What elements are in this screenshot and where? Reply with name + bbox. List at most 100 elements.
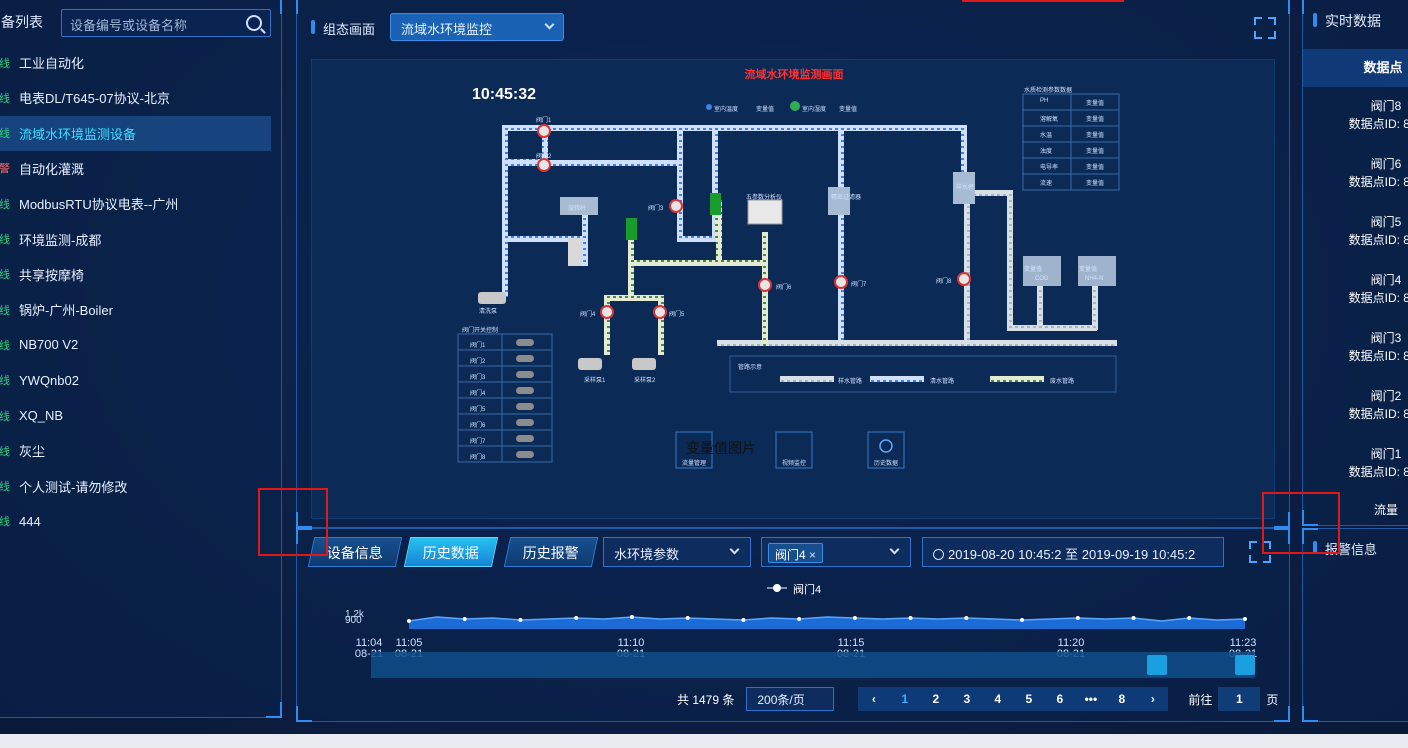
equip-spin: 旋转杆 xyxy=(568,206,587,212)
prev-page-icon[interactable]: ‹ xyxy=(858,687,889,711)
device-name: YWQnb02 xyxy=(19,372,79,388)
legend-hum-value: 变量值 xyxy=(839,107,858,113)
page-button[interactable]: 6 xyxy=(1044,687,1075,711)
fullscreen-icon[interactable] xyxy=(1254,17,1276,39)
datapoint-id: 数据点ID: 854 xyxy=(1348,233,1408,247)
next-page-icon[interactable]: › xyxy=(1137,687,1168,711)
device-name: 锅炉-广州-Boiler xyxy=(19,303,113,319)
device-item[interactable]: 线 ModbusRTU协议电表--广州 xyxy=(0,186,271,221)
scene-select[interactable]: 流域水环境监控 xyxy=(390,13,564,41)
device-item[interactable]: 线 NB700 V2 xyxy=(0,327,271,362)
device-item[interactable]: 线电表DL/T645-07协议-北京 xyxy=(0,80,271,115)
device-name: 电表DL/T645-07协议-北京 xyxy=(19,91,170,107)
video-monitor-button[interactable]: 视频监控 xyxy=(782,458,806,467)
data-point xyxy=(1131,616,1136,620)
water-param-name: 流速 xyxy=(1040,181,1053,187)
device-item[interactable]: 线共享按摩椅 xyxy=(0,257,271,292)
realtime-title: 实时数据 xyxy=(1313,11,1381,31)
datapoint-name: 阀门4 xyxy=(1370,273,1402,287)
device-item[interactable]: 线工业自动化 xyxy=(0,45,271,80)
data-point xyxy=(1243,617,1247,621)
device-status: 线 xyxy=(0,375,10,388)
page-button[interactable]: 8 xyxy=(1106,687,1137,711)
data-point xyxy=(1187,616,1192,620)
device-name: 个人测试-请勿修改 xyxy=(19,479,128,495)
page-size-value: 200条/页 xyxy=(757,693,805,707)
datapoint-header: 数据点 xyxy=(1303,49,1408,87)
page-button[interactable]: 2 xyxy=(920,687,951,711)
page-size-select[interactable]: 200条/页 xyxy=(746,687,835,711)
datapoint-name: 阀门2 xyxy=(1370,389,1402,403)
equip-pump: 清洗泵 xyxy=(479,309,498,315)
device-item[interactable]: 线个人测试-请勿修改 xyxy=(0,469,271,504)
water-param-value: 变量值 xyxy=(1086,181,1105,187)
data-point xyxy=(1075,616,1080,620)
valve-label-8: 阀门8 xyxy=(936,279,952,285)
device-search-input[interactable]: 设备编号或设备名称 xyxy=(61,9,271,37)
page-button[interactable]: 3 xyxy=(951,687,982,711)
valve-switch-label: 阀门8 xyxy=(470,455,486,461)
page-button[interactable]: 4 xyxy=(982,687,1013,711)
zoom-handle-left[interactable] xyxy=(1147,655,1167,675)
device-item[interactable]: 警自动化灌溉 xyxy=(0,151,271,186)
pagination: 共 1479 条 200条/页 ‹ 1 2 3 4 5 6 ••• 8 › 前往 1 页 xyxy=(677,686,1278,712)
legend-indoor-hum: 室内湿度 xyxy=(802,107,827,113)
legend-indoor-temp: 室内温度 xyxy=(714,107,739,113)
water-table-title: 水质检测参数数据 xyxy=(1024,88,1073,94)
goto-input[interactable]: 1 xyxy=(1218,687,1261,711)
device-name: 工业自动化 xyxy=(19,56,85,71)
total-count: 共 1479 条 xyxy=(677,692,735,707)
search-icon[interactable] xyxy=(246,15,262,31)
datapoint-id: 数据点ID: 854 xyxy=(1348,175,1408,189)
device-status: 线 xyxy=(0,234,10,246)
chevron-down-icon xyxy=(544,19,555,30)
page-button[interactable]: ••• xyxy=(1075,687,1106,711)
cod-value: 变量值 xyxy=(1024,267,1043,273)
device-item[interactable]: 线 YWQnb02 xyxy=(0,363,271,398)
device-name: 环境监测-成都 xyxy=(19,232,102,248)
scene-select-value: 流域水环境监控 xyxy=(401,22,493,37)
water-param-value: 变量值 xyxy=(1086,133,1105,139)
equip-sample-cup: 样水杯 xyxy=(956,185,975,191)
datapoint-last: 流量 xyxy=(1373,503,1398,517)
datapoint-item: 阀门1 数据点ID: 854 xyxy=(1341,445,1408,481)
equip-pump2: 采样泵2 xyxy=(634,378,656,384)
search-placeholder: 设备编号或设备名称 xyxy=(70,18,188,33)
data-point xyxy=(852,616,857,620)
valve-label-2: 阀门2 xyxy=(536,154,552,160)
data-point xyxy=(407,619,411,623)
flow-manage-button[interactable]: 流量管理 xyxy=(682,458,706,467)
device-name: ModbusRTU协议电表--广州 xyxy=(19,197,179,213)
valve-label-4: 阀门4 xyxy=(580,312,596,318)
device-status: 线 xyxy=(0,339,10,352)
valve-switch-label: 阀门3 xyxy=(470,375,486,381)
zoom-handle-right[interactable] xyxy=(1235,655,1255,675)
page-button[interactable]: 1 xyxy=(889,687,920,711)
device-status: 线 xyxy=(0,481,10,494)
device-item[interactable]: 线锅炉-广州-Boiler xyxy=(0,292,271,327)
valve-switch-label: 阀门5 xyxy=(470,407,486,413)
device-status: 线 xyxy=(0,304,10,317)
history-data-button[interactable]: 历史数据 xyxy=(874,458,898,467)
device-item[interactable]: 线 XQ_NB xyxy=(0,398,271,433)
pipe-legend-sample: 样水管路 xyxy=(838,379,863,385)
valve-label-7: 阀门7 xyxy=(851,282,867,288)
data-point xyxy=(741,618,746,622)
device-item[interactable]: 线环境监测-成都 xyxy=(0,222,271,257)
scada-panel: 组态画面 流域水环境监控 流域水环境监测画面 10:45:32 室内温度 变量值… xyxy=(296,0,1290,528)
device-item[interactable]: 线流域水环境监测设备 xyxy=(0,115,271,151)
device-item[interactable]: 线灰尘 xyxy=(0,433,271,468)
device-item[interactable]: 线 444 xyxy=(0,504,271,539)
valve-label-3: 阀门3 xyxy=(648,206,664,212)
page-button[interactable]: 5 xyxy=(1013,687,1044,711)
datapoint-name: 阀门6 xyxy=(1370,157,1402,171)
datapoint-name: 阀门8 xyxy=(1370,99,1402,113)
valve-switch-label: 阀门4 xyxy=(470,391,486,397)
device-list-header: 备列表 xyxy=(0,7,43,37)
zoom-slider-track[interactable] xyxy=(371,652,1255,678)
water-param-name: 水温 xyxy=(1040,133,1053,139)
datapoint-id: 数据点ID: 854 xyxy=(1348,349,1408,363)
water-param-name: 溶解氧 xyxy=(1040,117,1059,123)
data-point xyxy=(1020,618,1025,622)
app-root: 备列表 设备编号或设备名称 线工业自动化线电表DL/T645-07协议-北京线流… xyxy=(0,0,1408,748)
